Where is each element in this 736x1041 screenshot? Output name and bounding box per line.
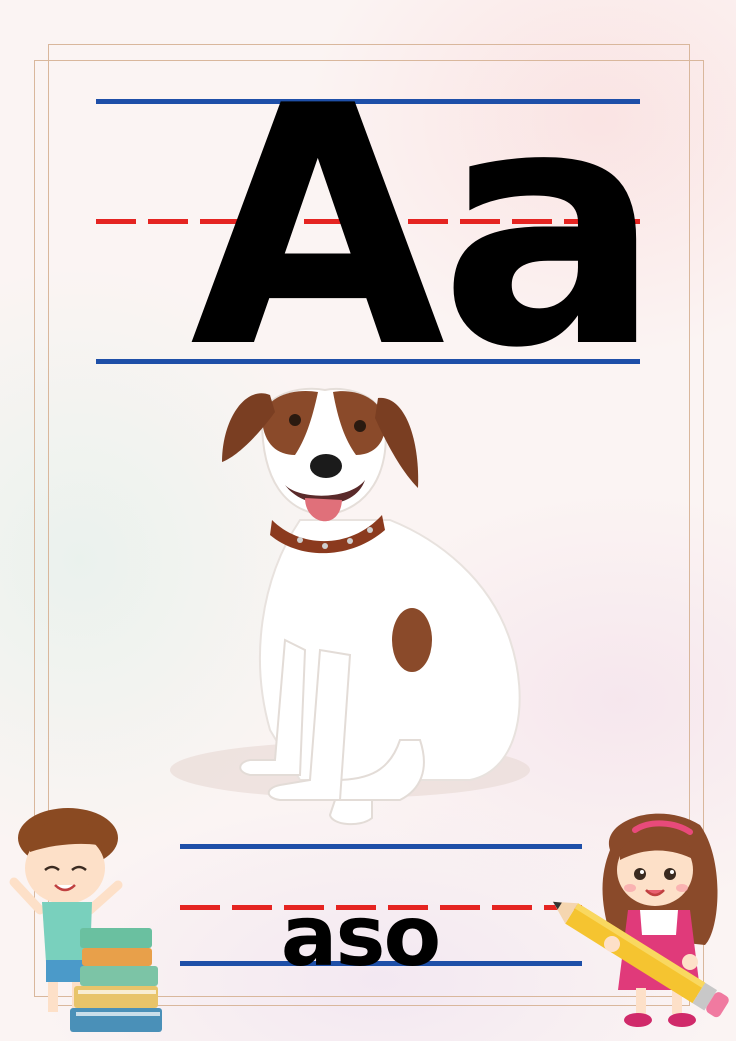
alphabet-card: Aa aso bbox=[0, 0, 736, 1041]
girl-with-pencil-illustration bbox=[552, 813, 729, 1027]
